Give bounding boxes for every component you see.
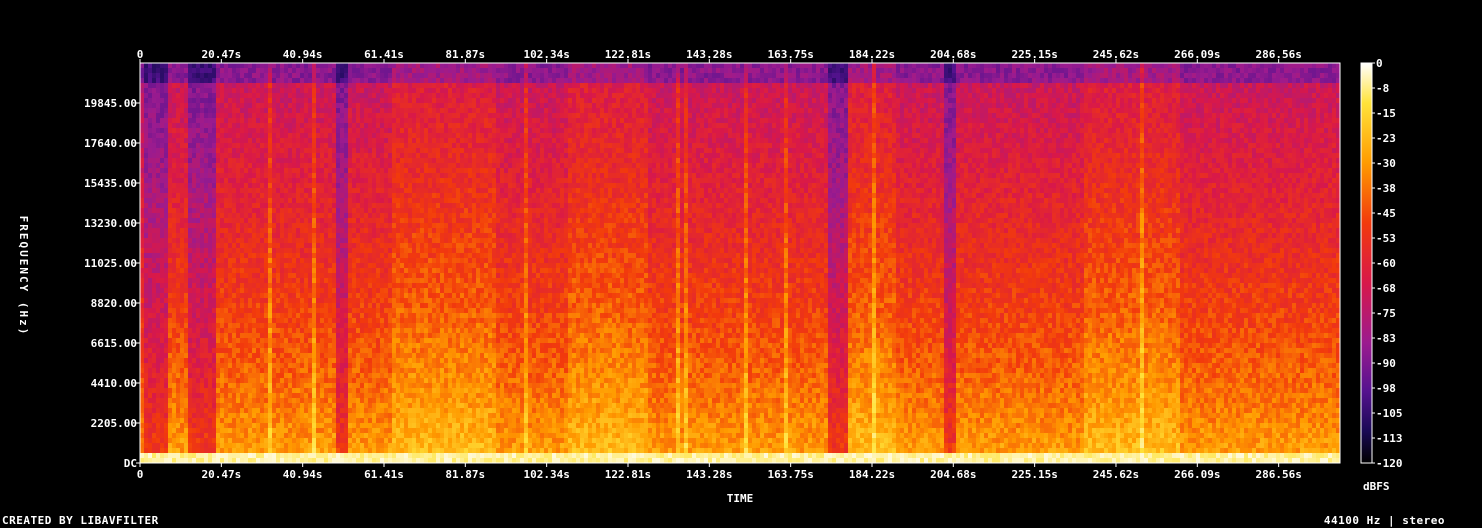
- colorbar-label: dBFS: [1363, 480, 1390, 493]
- y-tick-label: DC: [124, 457, 137, 470]
- y-tick-label: 15435.00: [84, 177, 137, 190]
- y-tick-label: 17640.00: [84, 137, 137, 150]
- y-axis-label: FREQUENCY (Hz): [17, 216, 30, 337]
- colorbar-tick-label: -15: [1376, 107, 1396, 120]
- x-tick-label: 163.75s: [767, 468, 813, 481]
- footer-sample-info: 44100 Hz | stereo: [1324, 514, 1445, 527]
- y-tick-label: 4410.00: [91, 377, 137, 390]
- x-tick-label: 286.56s: [1255, 468, 1301, 481]
- colorbar-tick-label: -113: [1376, 432, 1403, 445]
- colorbar-tick-label: -75: [1376, 307, 1396, 320]
- x-tick-label: 122.81s: [605, 48, 651, 61]
- colorbar-tick-label: 0: [1376, 57, 1383, 70]
- x-axis-top: 0 20.47s 40.94s 61.41s 81.87s 102.34s 122.81s 1…: [137, 48, 1302, 63]
- x-tick-label: 0: [137, 468, 144, 481]
- x-tick-label: 245.62s: [1093, 48, 1139, 61]
- x-tick-label: 61.41s: [364, 48, 404, 61]
- spectrogram-plot-area: [140, 63, 1340, 463]
- x-tick-label: 122.81s: [605, 468, 651, 481]
- colorbar-tick-label: -90: [1376, 357, 1396, 370]
- x-tick-label: 102.34s: [523, 48, 569, 61]
- x-tick-label: 286.56s: [1255, 48, 1301, 61]
- colorbar-tick-label: -60: [1376, 257, 1396, 270]
- x-tick-label: 40.94s: [283, 468, 323, 481]
- colorbar-tick-label: -120: [1376, 457, 1403, 470]
- x-tick-label: 40.94s: [283, 48, 323, 61]
- colorbar-tick-label: -68: [1376, 282, 1396, 295]
- x-tick-label: 81.87s: [445, 468, 485, 481]
- x-tick-label: 20.47s: [201, 48, 241, 61]
- x-tick-label: 225.15s: [1011, 48, 1057, 61]
- colorbar-tick-label: -45: [1376, 207, 1396, 220]
- colorbar-tick-label: -8: [1376, 82, 1389, 95]
- x-tick-label: 184.22s: [849, 468, 895, 481]
- colorbar-tick-label: -53: [1376, 232, 1396, 245]
- colorbar-tick-label: -38: [1376, 182, 1396, 195]
- colorbar-gradient: [1360, 62, 1373, 464]
- x-tick-label: 0: [137, 48, 144, 61]
- x-tick-label: 20.47s: [201, 468, 241, 481]
- colorbar-tick-label: -105: [1376, 407, 1403, 420]
- colorbar-tick-label: -30: [1376, 157, 1396, 170]
- y-tick-label: 8820.00: [91, 297, 137, 310]
- x-tick-label: 225.15s: [1011, 468, 1057, 481]
- colorbar-tick-label: -23: [1376, 132, 1396, 145]
- y-tick-label: 19845.00: [84, 97, 137, 110]
- y-tick-label: 2205.00: [91, 417, 137, 430]
- footer-credit: CREATED BY LIBAVFILTER: [2, 514, 159, 527]
- y-tick-label: 6615.00: [91, 337, 137, 350]
- colorbar-tick-label: -83: [1376, 332, 1396, 345]
- spectrogram-chart: 0 20.47s 40.94s 61.41s 81.87s 102.34s 122.81s 1…: [0, 0, 1482, 528]
- x-tick-label: 204.68s: [930, 48, 976, 61]
- x-tick-label: 266.09s: [1174, 468, 1220, 481]
- y-tick-label: 11025.00: [84, 257, 137, 270]
- x-tick-label: 61.41s: [364, 468, 404, 481]
- x-tick-label: 163.75s: [767, 48, 813, 61]
- y-tick-label: 13230.00: [84, 217, 137, 230]
- x-tick-label: 143.28s: [686, 468, 732, 481]
- x-tick-label: 143.28s: [686, 48, 732, 61]
- colorbar-tick-label: -98: [1376, 382, 1396, 395]
- x-axis-label: TIME: [727, 492, 754, 505]
- x-tick-label: 204.68s: [930, 468, 976, 481]
- x-tick-label: 245.62s: [1093, 468, 1139, 481]
- x-tick-label: 266.09s: [1174, 48, 1220, 61]
- x-tick-label: 81.87s: [445, 48, 485, 61]
- x-tick-label: 184.22s: [849, 48, 895, 61]
- x-tick-label: 102.34s: [523, 468, 569, 481]
